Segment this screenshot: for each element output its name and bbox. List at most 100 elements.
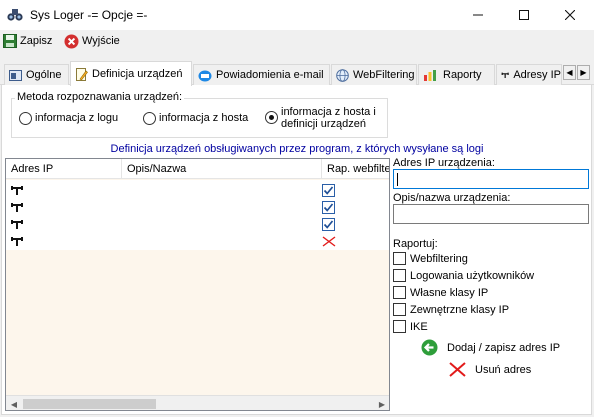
radio-label: informacja z logu: [35, 112, 119, 124]
tab-label: Ogólne: [26, 69, 62, 81]
checkbox-label: IKE: [410, 320, 428, 333]
exit-label: Wyjście: [82, 35, 120, 47]
save-button[interactable]: Zapisz: [3, 32, 52, 50]
tab-ogolne[interactable]: Ogólne: [4, 64, 69, 85]
remove-address-label: Usuń adres: [475, 363, 532, 376]
chart-report-icon: [424, 69, 436, 81]
minimize-button[interactable]: [455, 0, 501, 30]
checkbox-label: Logowania użytkowników: [410, 269, 535, 282]
arrow-left-icon: ◀: [566, 68, 573, 77]
tab-label: Raporty: [443, 69, 482, 81]
tab-label: Definicja urządzeń: [92, 68, 183, 80]
table-row[interactable]: [6, 199, 389, 216]
radio-circle: [19, 112, 32, 125]
checkbox-wlasne-klasy-ip[interactable]: Własne klasy IP: [393, 286, 488, 299]
horizontal-scrollbar[interactable]: ◀ ▶: [6, 395, 389, 410]
tab-label: WebFiltering: [353, 69, 415, 81]
close-icon: [565, 10, 575, 20]
text-caret: [397, 173, 398, 186]
ip-address-input[interactable]: [393, 169, 589, 189]
radio-informacja-z-hosta-i-definicji[interactable]: informacja z hosta i definicji urządzeń: [265, 106, 376, 130]
checkbox-box: [393, 252, 406, 265]
report-checkbox-checked[interactable]: [322, 184, 335, 197]
arrow-right-icon: ▶: [580, 68, 587, 77]
checkmark-icon: [323, 220, 334, 229]
table-row[interactable]: [6, 216, 389, 233]
method-group-label: Metoda rozpoznawania urządzeń:: [15, 91, 185, 103]
ip-field-label: Adres IP urządzenia:: [393, 157, 495, 169]
general-settings-icon: [9, 69, 22, 81]
network-device-icon: [11, 220, 23, 229]
report-label: Raportuj:: [393, 238, 438, 250]
tab-raporty[interactable]: Raporty: [418, 64, 495, 85]
column-rap-webfilter[interactable]: Rap. webfilter: [322, 159, 389, 179]
checkbox-label: Webfiltering: [410, 252, 468, 265]
tab-label: Powiadomienia e-mail: [216, 69, 324, 81]
scroll-left-arrow-icon[interactable]: ◀: [6, 396, 22, 410]
binoculars-icon: [7, 9, 23, 21]
remove-address-button[interactable]: Usuń adres: [449, 362, 531, 377]
minimize-icon: [473, 14, 483, 16]
radio-circle: [143, 112, 156, 125]
exit-button[interactable]: Wyjście: [64, 32, 120, 50]
table-row[interactable]: [6, 233, 389, 250]
device-list-caption: Definicja urządzeń obsługiwanych przez p…: [110, 143, 484, 155]
table-row[interactable]: [6, 182, 389, 199]
column-adres-ip[interactable]: Adres IP: [6, 159, 122, 179]
title-bar: Sys Loger -= Opcje =-: [0, 0, 594, 30]
checkbox-logowania-uzytkownikow[interactable]: Logowania użytkowników: [393, 269, 534, 282]
tab-label: Adresy IP: [513, 69, 561, 81]
network-device-icon: [11, 203, 23, 212]
list-header: Adres IP Opis/Nazwa Rap. webfilter: [6, 159, 389, 179]
column-opis-nazwa[interactable]: Opis/Nazwa: [122, 159, 322, 179]
radio-informacja-z-hosta[interactable]: informacja z hosta: [143, 112, 248, 125]
globe-icon: [336, 68, 349, 82]
window-title: Sys Loger -= Opcje =-: [30, 8, 148, 22]
list-rows: [6, 180, 389, 250]
maximize-icon: [519, 10, 529, 20]
scroll-right-arrow-icon[interactable]: ▶: [374, 396, 389, 410]
green-arrow-left-icon: [421, 339, 438, 356]
checkbox-box: [393, 269, 406, 282]
network-device-icon: [501, 72, 509, 78]
red-x-icon[interactable]: [322, 235, 336, 248]
maximize-button[interactable]: [501, 0, 547, 30]
checkbox-zewnetrzne-klasy-ip[interactable]: Zewnętrzne klasy IP: [393, 303, 509, 316]
tab-strip: Ogólne Definicja urządzeń Powiadomienia …: [0, 61, 594, 86]
exit-icon: [64, 34, 79, 48]
close-button[interactable]: [547, 0, 593, 30]
email-notification-icon: [198, 70, 212, 81]
checkbox-box: [393, 303, 406, 316]
tab-scroll-left-button[interactable]: ◀: [563, 65, 576, 80]
save-label: Zapisz: [20, 35, 53, 47]
checkmark-icon: [323, 203, 334, 212]
checkbox-ike[interactable]: IKE: [393, 320, 428, 333]
device-list[interactable]: Adres IP Opis/Nazwa Rap. webfilter ◀ ▶: [5, 158, 390, 411]
red-x-icon: [449, 362, 466, 377]
checkbox-label: Zewnętrzne klasy IP: [410, 303, 510, 316]
network-device-icon: [11, 186, 23, 195]
report-checkbox-checked[interactable]: [322, 201, 335, 214]
tab-webfiltering[interactable]: WebFiltering: [331, 64, 417, 85]
desc-field-label: Opis/nazwa urządzenia:: [393, 192, 511, 204]
tab-adresy-ip[interactable]: Adresy IP: [496, 64, 562, 85]
radio-label: informacja z hosta: [159, 112, 249, 124]
scrollbar-thumb[interactable]: [23, 399, 156, 409]
checkmark-icon: [323, 186, 334, 195]
toolbar: Zapisz Wyjście: [0, 30, 594, 52]
radio-circle-selected: [265, 111, 278, 124]
floppy-disk-icon: [3, 34, 17, 48]
checkbox-box: [393, 320, 406, 333]
network-device-icon: [11, 237, 23, 246]
radio-informacja-z-logu[interactable]: informacja z logu: [19, 112, 118, 125]
tab-powiadomienia-email[interactable]: Powiadomienia e-mail: [193, 64, 330, 85]
checkbox-webfiltering[interactable]: Webfiltering: [393, 252, 468, 265]
description-input[interactable]: [393, 204, 589, 224]
checkbox-label: Własne klasy IP: [410, 286, 489, 299]
document-pencil-icon: [76, 67, 88, 81]
report-checkbox-checked[interactable]: [322, 218, 335, 231]
tab-scroll-right-button[interactable]: ▶: [577, 65, 590, 80]
add-save-ip-button[interactable]: Dodaj / zapisz adres IP: [421, 339, 560, 356]
radio-label: informacja z hosta i definicji urządzeń: [281, 106, 376, 130]
tab-definicja-urzadzen[interactable]: Definicja urządzeń: [70, 61, 192, 86]
